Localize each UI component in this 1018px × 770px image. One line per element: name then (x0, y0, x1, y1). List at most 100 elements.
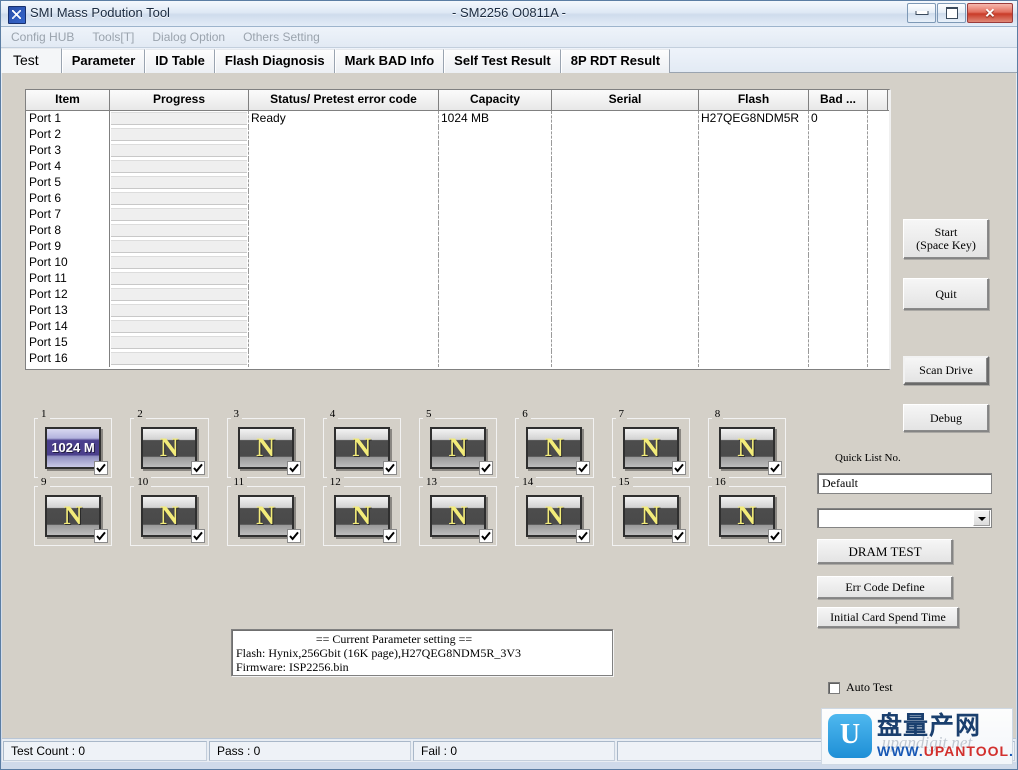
checkmark-icon[interactable] (479, 461, 494, 475)
table-row[interactable]: Port 2 (26, 127, 889, 143)
menu-item-dialog-option[interactable]: Dialog Option (144, 28, 233, 46)
port-tile[interactable]: 7N (611, 409, 691, 478)
checkmark-icon[interactable] (190, 461, 205, 475)
port-tile-glyph: N (159, 432, 179, 462)
table-cell-flash (699, 351, 809, 367)
checkmark-icon[interactable] (768, 529, 782, 543)
table-row[interactable]: Port 1 Ready 1024 MB H27QEG8NDM5R 0 (26, 111, 889, 127)
quit-button[interactable]: Quit (903, 278, 989, 310)
tab-self-test-result[interactable]: Self Test Result (444, 49, 561, 73)
err-code-define-button[interactable]: Err Code Define (817, 576, 953, 599)
checkmark-icon[interactable] (671, 461, 686, 475)
tab-id-table[interactable]: ID Table (145, 49, 215, 73)
table-column-header[interactable] (868, 90, 888, 110)
table-row[interactable]: Port 5 (26, 175, 889, 191)
table-cell-status (249, 351, 439, 367)
table-row[interactable]: Port 15 (26, 335, 889, 351)
tab-mark-bad-info[interactable]: Mark BAD Info (334, 49, 445, 73)
start-button[interactable]: Start (Space Key) (903, 219, 989, 259)
parameter-firmware-line: Firmware: ISP2256.bin (236, 660, 349, 674)
memory-card-icon: N (237, 495, 294, 537)
table-column-header[interactable]: Bad ... (809, 90, 868, 110)
auto-test-checkbox-row[interactable]: Auto Test (828, 680, 893, 695)
debug-button[interactable]: Debug (903, 404, 989, 432)
port-tile[interactable]: 11 N (226, 477, 306, 546)
close-button[interactable]: ✕ (967, 3, 1013, 23)
port-tile[interactable]: 13 N (419, 477, 498, 546)
initial-card-spend-time-button[interactable]: Initial Card Spend Time (817, 607, 959, 628)
scan-drive-button[interactable]: Scan Drive (903, 356, 989, 385)
port-tile[interactable]: 8N (707, 409, 787, 478)
port-status-table[interactable]: Item Progress Status/ Pretest error code Ca… (25, 89, 891, 370)
table-body[interactable]: Port 1 Ready 1024 MB H27QEG8NDM5R 0 Port 2 Por… (26, 111, 889, 370)
table-row[interactable]: Port 9 (26, 239, 889, 255)
dram-test-button[interactable]: DRAM TEST (817, 539, 953, 564)
port-tile[interactable]: 6N (515, 409, 594, 478)
table-cell-serial (552, 175, 699, 191)
port-tile[interactable]: 10 N (130, 477, 209, 546)
tab-8p-rdt-result[interactable]: 8P RDT Result (560, 49, 671, 73)
menu-item-tools[interactable]: Tools[T] (84, 28, 142, 46)
table-cell-status (249, 191, 439, 207)
table-column-header[interactable]: Progress (110, 90, 249, 110)
table-row[interactable]: Port 6 (26, 191, 889, 207)
checkmark-icon[interactable] (575, 461, 590, 475)
checkmark-icon[interactable] (479, 529, 494, 543)
table-cell-serial (552, 191, 699, 207)
port-tile[interactable]: 3N (226, 409, 306, 478)
checkmark-icon[interactable] (575, 529, 590, 543)
port-tile[interactable]: 1 1024 M (34, 409, 113, 478)
quick-list-combo[interactable] (817, 508, 992, 528)
checkmark-icon[interactable] (190, 529, 205, 543)
checkmark-icon[interactable] (286, 461, 301, 475)
quick-list-input[interactable]: Default (817, 473, 992, 494)
table-row[interactable]: Port 14 (26, 319, 889, 335)
table-cell-item: Port 2 (26, 127, 110, 143)
table-cell-serial (552, 111, 699, 127)
port-tile[interactable]: 5N (419, 409, 498, 478)
port-tile[interactable]: 4N (322, 409, 402, 478)
checkmark-icon[interactable] (94, 461, 109, 475)
table-row[interactable]: Port 16 (26, 351, 889, 367)
port-tile[interactable]: 2N (130, 409, 209, 478)
port-tile[interactable]: 9N (34, 477, 113, 546)
minimize-button[interactable] (907, 3, 936, 23)
port-tile[interactable]: 15 N (611, 477, 691, 546)
maximize-button[interactable] (937, 3, 966, 23)
table-row[interactable]: Port 8 (26, 223, 889, 239)
watermark-url-name: UPANTOOL (923, 743, 1010, 759)
table-row[interactable]: Port 3 (26, 143, 889, 159)
checkmark-icon[interactable] (671, 529, 686, 543)
port-tile[interactable]: 16 N (707, 477, 787, 546)
auto-test-checkbox[interactable] (828, 681, 840, 694)
port-tile[interactable]: 12 N (322, 477, 402, 546)
table-column-header[interactable]: Status/ Pretest error code (249, 90, 439, 110)
checkmark-icon[interactable] (94, 529, 109, 543)
port-tile[interactable]: 14 N (515, 477, 594, 546)
table-cell-capacity (439, 271, 552, 287)
port-tile-grid[interactable]: 1 1024 M 2 N 3 N 4 N 5 N 6 N 7 N 8 N 9 N 10 N 11 N 12 N 13 N 14 N 15… (34, 409, 804, 546)
checkmark-icon[interactable] (383, 529, 397, 543)
menu-item-config-hub[interactable]: Config HUB (3, 28, 82, 46)
tab-parameter[interactable]: Parameter (61, 49, 146, 73)
table-row[interactable]: Port 10 (26, 255, 889, 271)
menu-item-others-setting[interactable]: Others Setting (235, 28, 328, 46)
checkmark-icon[interactable] (383, 461, 397, 475)
table-column-header[interactable]: Serial (552, 90, 699, 110)
table-row[interactable]: Port 4 (26, 159, 889, 175)
tab-test[interactable]: Test (1, 48, 62, 73)
table-column-header[interactable]: Item (26, 90, 110, 110)
memory-card-icon: N (141, 427, 198, 469)
table-column-header[interactable]: Flash (699, 90, 809, 110)
table-row[interactable]: Port 11 (26, 271, 889, 287)
chevron-down-icon[interactable] (973, 510, 990, 526)
table-column-header[interactable]: Capacity (439, 90, 552, 110)
table-row[interactable]: Port 13 (26, 303, 889, 319)
checkmark-icon[interactable] (286, 529, 301, 543)
tab-flash-diagnosis[interactable]: Flash Diagnosis (214, 49, 335, 73)
table-row[interactable]: Port 7 (26, 207, 889, 223)
table-row[interactable]: Port 12 (26, 287, 889, 303)
checkmark-icon[interactable] (768, 461, 782, 475)
start-button-label-line1: Start (934, 225, 958, 239)
table-cell-spacer (868, 111, 888, 127)
